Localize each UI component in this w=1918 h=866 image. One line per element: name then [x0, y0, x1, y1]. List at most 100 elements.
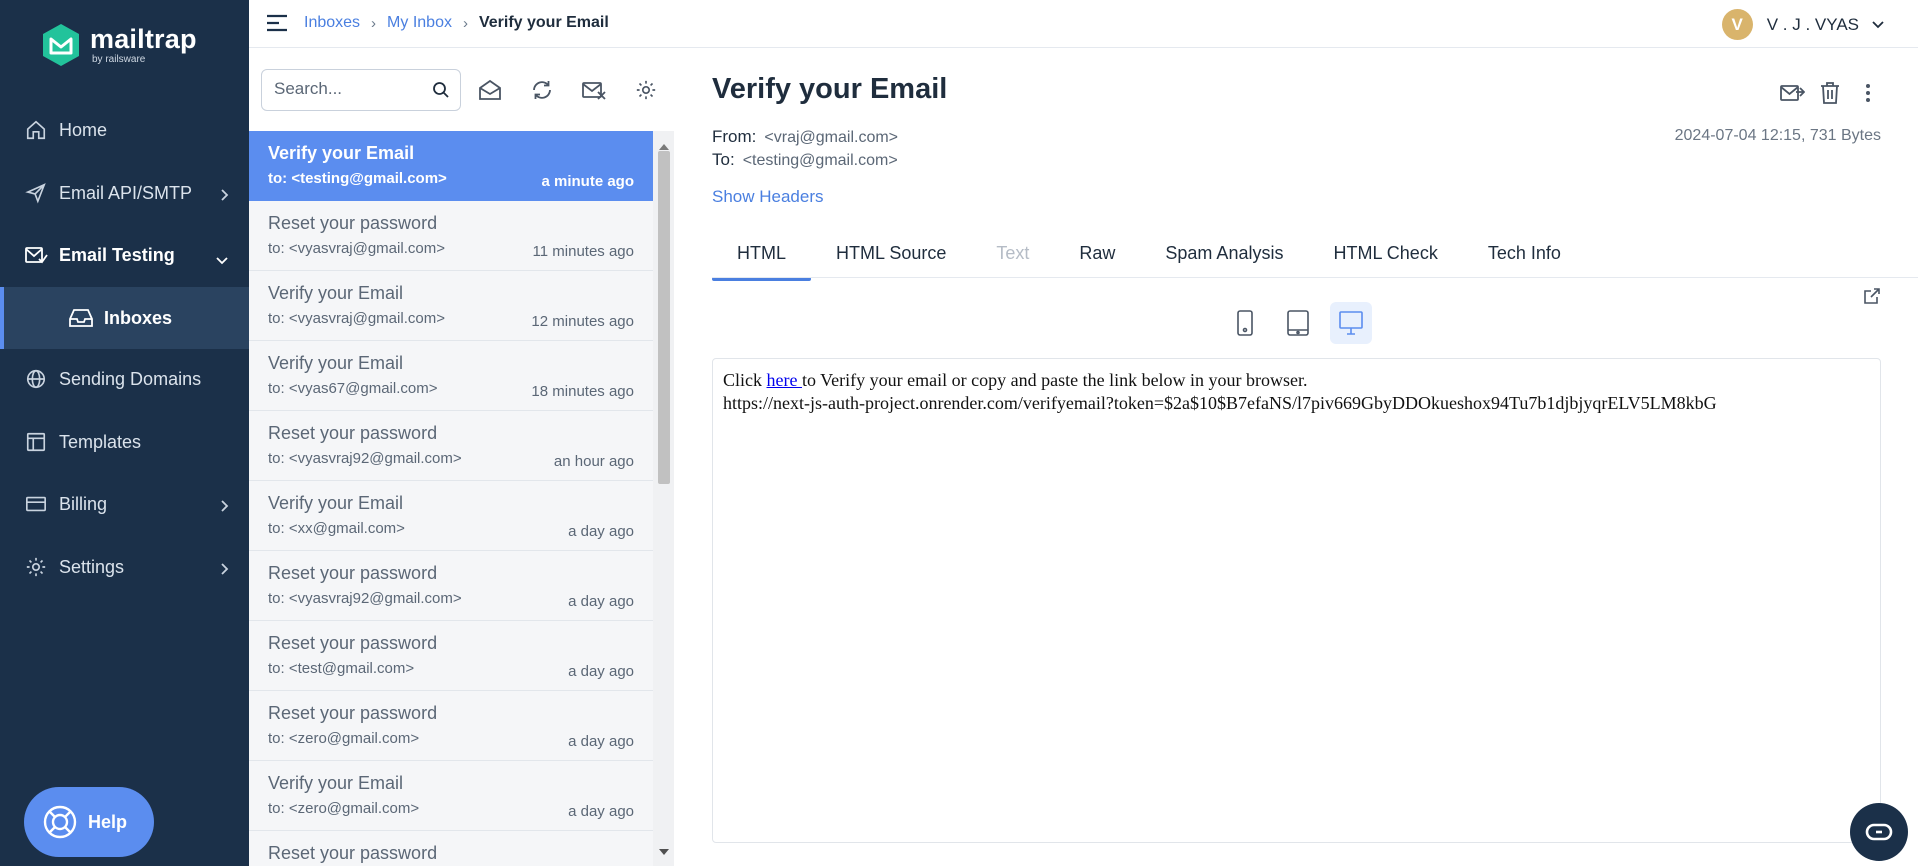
breadcrumb-my-inbox[interactable]: My Inbox [387, 14, 452, 32]
from-row: From: <vraj@gmail.com> [712, 127, 898, 147]
chat-icon [1865, 823, 1893, 841]
chat-widget-button[interactable] [1850, 803, 1908, 861]
preview-text: Click [723, 370, 767, 390]
mailtrap-logo[interactable]: mailtrap by railsware [40, 22, 197, 68]
user-name: V . J . VYAS [1766, 14, 1859, 34]
card-icon [24, 492, 48, 516]
message-subject: Reset your password [268, 213, 438, 233]
more-options-icon[interactable] [1854, 79, 1882, 107]
sidebar-item-inboxes[interactable]: Inboxes [0, 287, 249, 349]
tab-html-source[interactable]: HTML Source [811, 227, 971, 279]
tab-raw[interactable]: Raw [1054, 227, 1140, 279]
to-row: To: <testing@gmail.com> [712, 150, 898, 170]
tab-html[interactable]: HTML [712, 227, 811, 281]
verify-url: https://next-js-auth-project.onrender.co… [723, 393, 1717, 413]
sidebar-item-label: Sending Domains [59, 368, 202, 389]
sidebar: mailtrap by railsware Home Email API/SMT… [0, 0, 249, 866]
message-item[interactable]: Verify your Email to: <zero@gmail.com> a… [249, 761, 653, 831]
mailtrap-logo-icon [43, 24, 79, 66]
menu-toggle-icon[interactable] [266, 13, 288, 38]
tablet-view-icon[interactable] [1277, 302, 1319, 344]
message-list: Verify your Email to: <testing@gmail.com… [249, 131, 653, 866]
message-subject: Reset your password [268, 703, 438, 723]
message-time: 11 minutes ago [532, 243, 634, 260]
trash-icon[interactable] [1816, 79, 1844, 107]
message-time: a day ago [568, 663, 634, 680]
message-subject: Reset your password [268, 633, 438, 653]
template-icon [24, 430, 48, 454]
clear-inbox-icon[interactable] [581, 77, 607, 103]
email-testing-icon [24, 243, 48, 267]
sidebar-item-home[interactable]: Home [0, 99, 249, 161]
search-icon[interactable] [432, 81, 450, 104]
desktop-view-icon[interactable] [1330, 302, 1372, 344]
tab-spam-analysis[interactable]: Spam Analysis [1140, 227, 1308, 279]
user-menu[interactable]: V V . J . VYAS [1721, 9, 1885, 40]
scrollbar-thumb[interactable] [658, 151, 670, 484]
forward-icon[interactable] [1778, 79, 1806, 107]
help-label: Help [88, 811, 128, 832]
message-item[interactable]: Reset your password to: <test@gmail.com>… [249, 621, 653, 691]
sidebar-item-billing[interactable]: Billing [0, 473, 249, 535]
chevron-down-icon [215, 250, 229, 271]
message-item[interactable]: Reset your password to: <vyasvraj@gmail.… [249, 201, 653, 271]
chevron-right-icon [219, 186, 229, 207]
verify-link[interactable]: here [767, 370, 802, 390]
sidebar-item-sending-domains[interactable]: Sending Domains [0, 348, 249, 410]
message-time: a day ago [568, 523, 634, 540]
tab-html-check[interactable]: HTML Check [1308, 227, 1462, 279]
send-icon [24, 181, 48, 205]
message-subject: Verify your Email [268, 283, 404, 303]
message-time: 18 minutes ago [531, 383, 634, 400]
show-headers-link[interactable]: Show Headers [712, 187, 824, 207]
sidebar-item-label: Billing [59, 493, 108, 514]
sidebar-item-label: Settings [59, 556, 125, 577]
message-item[interactable]: Reset your password to: <zero@gmail.com>… [249, 691, 653, 761]
message-meta: 2024-07-04 12:15, 731 Bytes [1674, 127, 1881, 144]
message-subject: Verify your Email [268, 143, 415, 163]
message-time: a day ago [568, 803, 634, 820]
message-item[interactable]: Verify your Email to: <vyasvraj@gmail.co… [249, 271, 653, 341]
search-box[interactable] [261, 69, 461, 111]
message-item[interactable]: Reset your password to: <vyasvraj92@gmai… [249, 411, 653, 481]
message-time: 12 minutes ago [531, 313, 634, 330]
tab-text[interactable]: Text [971, 227, 1054, 279]
message-item[interactable]: Verify your Email to: <xx@gmail.com> a d… [249, 481, 653, 551]
chevron-down-icon [1871, 15, 1885, 35]
inbox-settings-icon[interactable] [633, 77, 659, 103]
chevron-right-icon [219, 497, 229, 518]
search-input[interactable] [262, 70, 422, 108]
breadcrumb-separator: › [371, 14, 377, 32]
message-item[interactable]: Reset your password [249, 831, 653, 866]
home-icon [24, 118, 48, 142]
inbox-icon [68, 306, 94, 330]
breadcrumb-inboxes[interactable]: Inboxes [304, 14, 360, 32]
avatar: V [1721, 9, 1753, 40]
message-list-scrollbar[interactable] [653, 131, 674, 866]
mobile-view-icon[interactable] [1224, 302, 1266, 344]
sidebar-item-email-api[interactable]: Email API/SMTP [0, 162, 249, 224]
mark-read-icon[interactable] [477, 77, 503, 103]
sidebar-item-label: Templates [59, 431, 142, 452]
message-item[interactable]: Verify your Email to: <vyas67@gmail.com>… [249, 341, 653, 411]
gear-icon [24, 555, 48, 579]
sidebar-item-templates[interactable]: Templates [0, 411, 249, 473]
message-subject: Verify your Email [268, 773, 404, 793]
sidebar-item-settings[interactable]: Settings [0, 536, 249, 598]
message-time: an hour ago [553, 453, 634, 470]
sidebar-item-email-testing[interactable]: Email Testing [0, 224, 249, 286]
refresh-icon[interactable] [529, 77, 555, 103]
lifebuoy-icon [42, 804, 78, 840]
message-detail: Verify your Email From: <vraj@gmail.com> … [675, 49, 1918, 866]
to-address: <testing@gmail.com> [742, 152, 898, 169]
open-external-icon[interactable] [1863, 287, 1881, 310]
message-subject: Reset your password [268, 563, 438, 583]
message-item[interactable]: Verify your Email to: <testing@gmail.com… [249, 131, 653, 201]
message-time: a minute ago [541, 173, 634, 190]
help-button[interactable]: Help [24, 787, 154, 857]
globe-icon [24, 367, 48, 391]
scroll-down-icon[interactable] [659, 842, 669, 860]
tab-tech-info[interactable]: Tech Info [1463, 227, 1586, 279]
logo-name: mailtrap [90, 23, 197, 54]
message-item[interactable]: Reset your password to: <vyasvraj92@gmai… [249, 551, 653, 621]
